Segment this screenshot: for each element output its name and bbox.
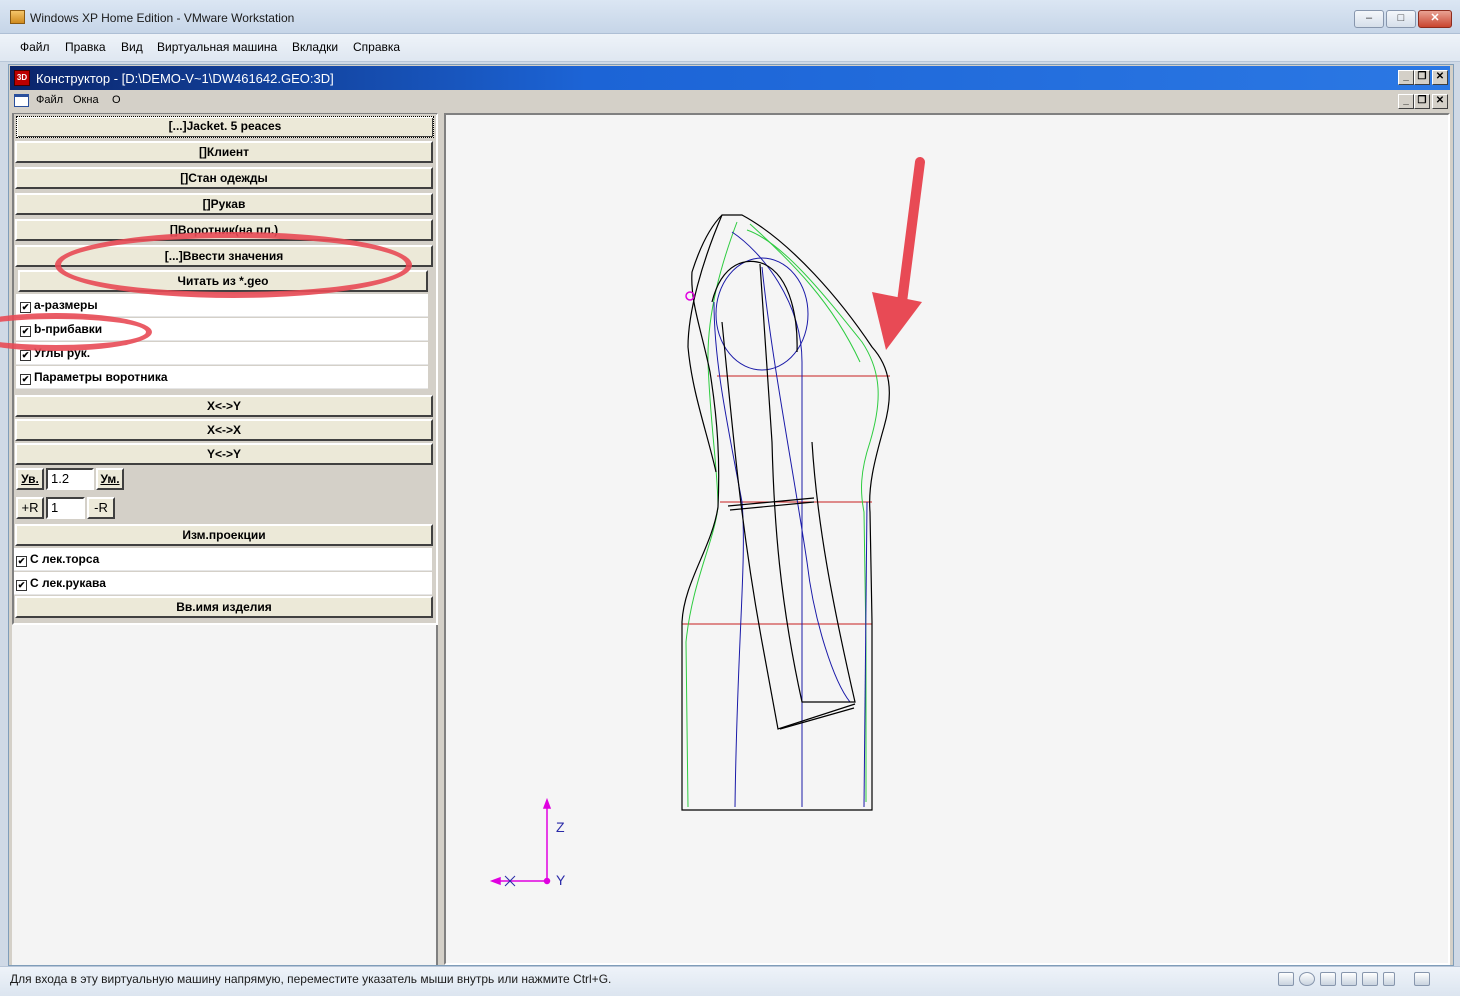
check-collar-params-label: Параметры воротника (34, 370, 168, 384)
check-torso-row[interactable]: ✔ С лек.торса (14, 548, 432, 571)
cdrom-icon[interactable] (1299, 972, 1315, 986)
konstruktor-menubar (10, 91, 1450, 111)
client-button[interactable]: []Клиент (15, 141, 433, 163)
vmware-menu-help[interactable]: Справка (353, 40, 400, 54)
checkbox-sleeve[interactable]: ✔ (16, 580, 27, 591)
drawing-canvas[interactable]: Z Y (444, 113, 1450, 965)
usb-icon[interactable] (1383, 972, 1395, 986)
y-axis-label: Y (556, 872, 566, 888)
check-sizes-label: a-размеры (34, 298, 98, 312)
change-projection-button[interactable]: Изм.проекции (15, 524, 433, 546)
sleeve-front-line (759, 263, 856, 703)
checkbox-torso[interactable]: ✔ (16, 556, 27, 567)
document-icon[interactable] (14, 94, 29, 107)
message-log-icon[interactable] (1414, 972, 1430, 986)
app-menu-about[interactable]: О (112, 94, 121, 106)
swap-yy-button[interactable]: Y<->Y (15, 443, 433, 465)
vmware-menu-tabs[interactable]: Вкладки (292, 40, 338, 54)
y-axis-arrow (489, 876, 501, 886)
vmware-menu-file[interactable]: Файл (20, 40, 50, 54)
swap-xx-button[interactable]: X<->X (15, 419, 433, 441)
check-sleeve-label: С лек.рукава (30, 576, 106, 590)
guide-lines (682, 375, 890, 625)
zoom-in-button[interactable]: Ув. (16, 468, 44, 490)
checkbox-sizes[interactable]: ✔ (20, 302, 31, 313)
printer-icon[interactable] (1341, 972, 1357, 986)
jacket-header-button[interactable]: [...]Jacket. 5 peaces (14, 114, 436, 140)
annotation-arrow-shaft (897, 157, 925, 307)
doc-close-button[interactable]: ✕ (1432, 94, 1448, 109)
vmware-window-title: Windows XP Home Edition - VMware Worksta… (30, 11, 295, 25)
radius-value-field[interactable]: 1 (46, 497, 85, 519)
blue-front-seam (713, 301, 744, 808)
konstruktor-app-icon: 3D (14, 70, 30, 86)
hdd-icon[interactable] (1278, 972, 1294, 986)
zoom-out-button[interactable]: Ум. (96, 468, 124, 490)
vmware-menu-edit[interactable]: Правка (65, 40, 106, 54)
vmware-menu-vm[interactable]: Виртуальная машина (157, 40, 277, 54)
annotation-ellipse-enter-values (55, 232, 412, 298)
swap-xy-button[interactable]: X<->Y (15, 395, 433, 417)
check-collar-params-row[interactable]: ✔ Параметры воротника (16, 366, 428, 389)
green-back-line (746, 229, 879, 802)
enter-product-name-button[interactable]: Вв.имя изделия (15, 596, 433, 618)
annotation-arrow-head (872, 292, 922, 350)
check-sleeve-row[interactable]: ✔ С лек.рукава (14, 572, 432, 595)
app-restore-button[interactable]: ❐ (1414, 70, 1430, 85)
blue-pattern-lines (713, 231, 868, 808)
z-axis-label: Z (556, 819, 565, 835)
sleeve-hem-line (779, 707, 855, 730)
garment-drawing (489, 157, 925, 887)
app-close-button[interactable]: ✕ (1432, 70, 1448, 85)
checkbox-collar-params[interactable]: ✔ (20, 374, 31, 385)
vmware-maximize-button[interactable]: □ (1386, 10, 1416, 28)
app-minimize-button[interactable]: _ (1398, 70, 1414, 85)
status-message: Для входа в эту виртуальную машину напря… (10, 972, 612, 986)
green-front-line (685, 221, 738, 808)
doc-restore-button[interactable]: ❐ (1414, 94, 1430, 109)
sleeve-back-line (721, 321, 856, 730)
vmware-app-icon (10, 10, 25, 24)
vmware-minimize-button[interactable]: – (1354, 10, 1384, 28)
vmware-menu-view[interactable]: Вид (121, 40, 143, 54)
app-menu-file[interactable]: Файл (36, 94, 63, 106)
radius-plus-button[interactable]: +R (16, 497, 44, 519)
radius-minus-button[interactable]: -R (87, 497, 115, 519)
network-icon[interactable] (1320, 972, 1336, 986)
axis-gizmo (489, 797, 552, 887)
zoom-value-field[interactable]: 1.2 (46, 468, 94, 490)
sound-icon[interactable] (1362, 972, 1378, 986)
z-axis-arrow (542, 797, 552, 809)
sleeve-button[interactable]: []Рукав (15, 193, 433, 215)
axis-origin (543, 877, 551, 885)
doc-minimize-button[interactable]: _ (1398, 94, 1414, 109)
parameters-panel-empty-area (12, 625, 438, 965)
armhole-line (711, 260, 798, 353)
app-menu-windows[interactable]: Окна (73, 94, 99, 106)
konstruktor-window-title: Конструктор - [D:\DEMO-V~1\DW461642.GEO:… (36, 71, 334, 86)
garment-body-button[interactable]: []Стан одежды (15, 167, 433, 189)
vmware-close-button[interactable]: ✕ (1418, 10, 1452, 28)
checkbox-sleeve-angles[interactable]: ✔ (20, 350, 31, 361)
green-pattern-lines (685, 221, 879, 808)
annotation-arrow (872, 157, 925, 350)
check-torso-label: С лек.торса (30, 552, 100, 566)
